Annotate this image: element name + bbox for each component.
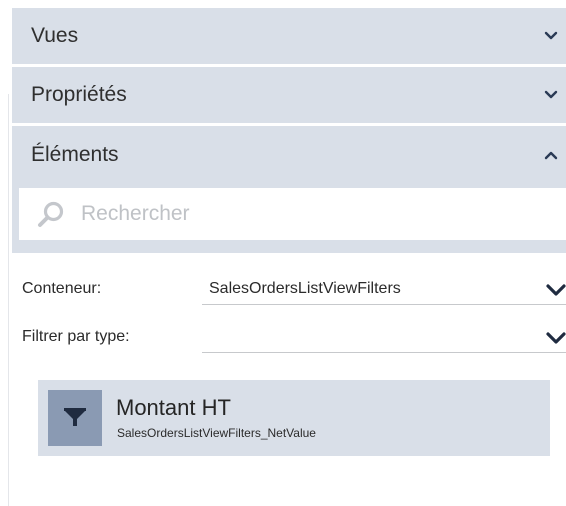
search-icon: [38, 201, 64, 227]
container-field: Conteneur: SalesOrdersListViewFilters: [22, 272, 566, 306]
accordion-header-elements-label: Éléments: [31, 142, 119, 166]
list-item[interactable]: Montant HT SalesOrdersListViewFilters_Ne…: [38, 380, 550, 456]
filter-funnel-icon: [48, 390, 102, 446]
panel-left-border: [8, 94, 9, 506]
search-area: [12, 183, 566, 253]
chevron-down-icon: [544, 90, 558, 99]
accordion-header-properties[interactable]: Propriétés: [12, 67, 566, 123]
type-filter-label: Filtrer par type:: [22, 328, 130, 345]
accordion-header-elements[interactable]: Éléments: [12, 126, 566, 183]
chevron-down-icon: [544, 31, 558, 40]
container-label: Conteneur:: [22, 280, 102, 297]
list-item-title: Montant HT: [116, 395, 231, 420]
accordion-header-properties-label: Propriétés: [31, 83, 127, 106]
chevron-down-icon: [546, 284, 566, 296]
accordion-header-views[interactable]: Vues: [12, 8, 566, 64]
chevron-down-icon: [546, 332, 566, 344]
type-filter-field: Filtrer par type:: [22, 320, 566, 354]
list-item-subtitle: SalesOrdersListViewFilters_NetValue: [117, 426, 316, 440]
search-input[interactable]: [79, 201, 543, 227]
elements-panel: Vues Propriétés Éléments Conteneur: Sale…: [0, 0, 566, 506]
chevron-up-icon: [544, 151, 558, 159]
accordion-header-views-label: Vues: [31, 24, 79, 47]
search-box: [19, 188, 566, 240]
type-filter-select[interactable]: [202, 320, 566, 353]
container-select-value: SalesOrdersListViewFilters: [209, 280, 401, 297]
container-select[interactable]: SalesOrdersListViewFilters: [202, 272, 566, 305]
